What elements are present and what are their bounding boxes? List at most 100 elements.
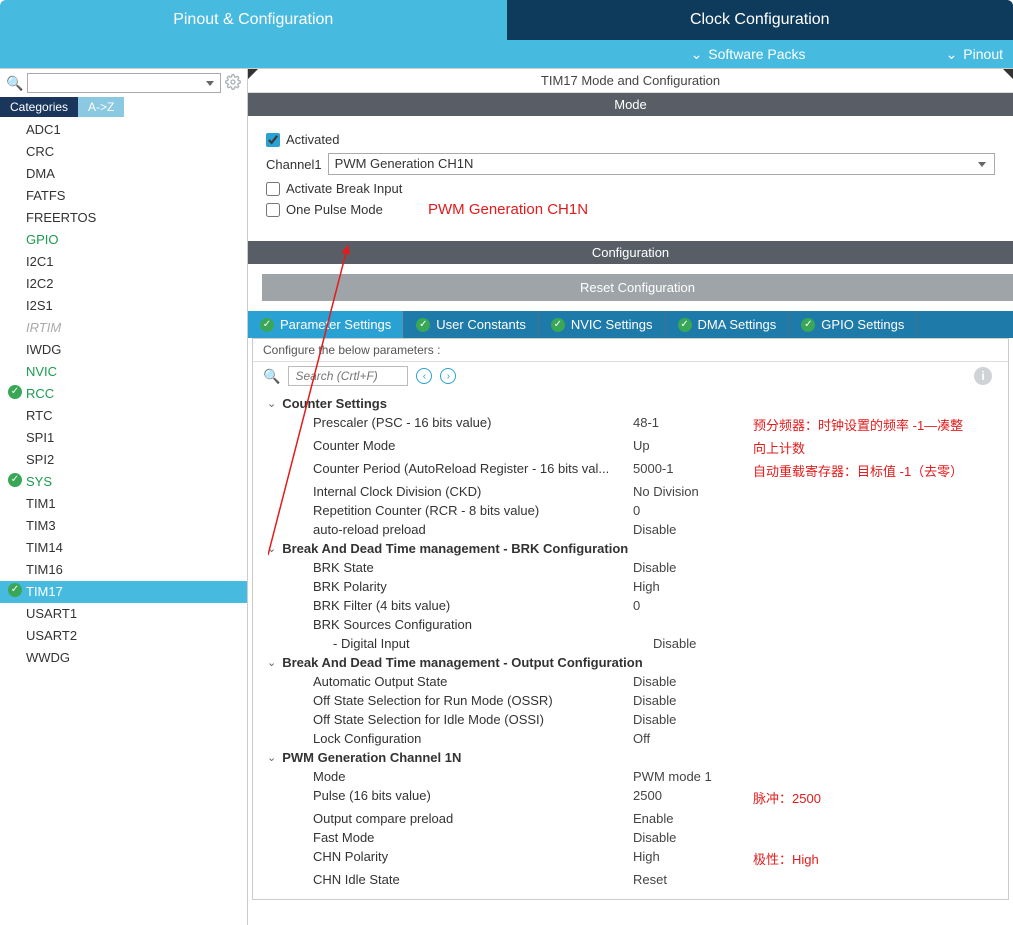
param-row[interactable]: ModePWM mode 1	[253, 767, 1008, 786]
param-row[interactable]: Internal Clock Division (CKD)No Division	[253, 482, 1008, 501]
panel-collapse-right-icon[interactable]	[1003, 69, 1013, 79]
sidebar-item-freertos[interactable]: FREERTOS	[0, 207, 247, 229]
sidebar-item-label: FATFS	[26, 188, 65, 203]
param-value: 0	[633, 503, 753, 518]
sidebar-item-rcc[interactable]: ✓RCC	[0, 383, 247, 405]
tab-dma-settings[interactable]: ✓DMA Settings	[666, 311, 790, 338]
sidebar-item-crc[interactable]: CRC	[0, 141, 247, 163]
reset-configuration-button[interactable]: Reset Configuration	[262, 274, 1013, 301]
break-input-checkbox[interactable]	[266, 182, 280, 196]
sidebar-item-i2s1[interactable]: I2S1	[0, 295, 247, 317]
param-group-title: Break And Dead Time management - Output …	[282, 655, 642, 670]
param-row[interactable]: - Digital InputDisable	[253, 634, 1008, 653]
param-row[interactable]: Counter Period (AutoReload Register - 16…	[253, 459, 1008, 482]
sidebar-item-spi1[interactable]: SPI1	[0, 427, 247, 449]
param-row[interactable]: Off State Selection for Run Mode (OSSR)D…	[253, 691, 1008, 710]
pinout-menu[interactable]: ⌄ Pinout	[946, 46, 1003, 63]
sidebar-item-label: RCC	[26, 386, 54, 401]
param-group[interactable]: ⌄PWM Generation Channel 1N	[253, 748, 1008, 767]
sidebar-item-nvic[interactable]: NVIC	[0, 361, 247, 383]
activated-checkbox[interactable]	[266, 133, 280, 147]
sidebar-item-fatfs[interactable]: FATFS	[0, 185, 247, 207]
param-value: 0	[633, 598, 753, 613]
sidebar-item-wwdg[interactable]: WWDG	[0, 647, 247, 669]
param-group[interactable]: ⌄ Break And Dead Time management - Output…	[253, 653, 1008, 672]
sidebar-item-irtim[interactable]: IRTIM	[0, 317, 247, 339]
param-row[interactable]: Automatic Output StateDisable	[253, 672, 1008, 691]
top-tab-bar: Pinout & Configuration Clock Configurati…	[0, 0, 1013, 40]
tab-pinout-config[interactable]: Pinout & Configuration	[0, 0, 507, 40]
tab-user-constants[interactable]: ✓User Constants	[404, 311, 539, 338]
param-row[interactable]: Off State Selection for Idle Mode (OSSI)…	[253, 710, 1008, 729]
tab-nvic-settings[interactable]: ✓NVIC Settings	[539, 311, 666, 338]
sidebar-item-adc1[interactable]: ADC1	[0, 119, 247, 141]
sidebar-item-iwdg[interactable]: IWDG	[0, 339, 247, 361]
sidebar-item-tim14[interactable]: TIM14	[0, 537, 247, 559]
param-row[interactable]: Prescaler (PSC - 16 bits value)48-1预分频器：…	[253, 413, 1008, 436]
param-row[interactable]: Fast ModeDisable	[253, 828, 1008, 847]
sidebar-item-label: USART1	[26, 606, 77, 621]
config-section-header: Configuration	[248, 241, 1013, 264]
sidebar-item-tim1[interactable]: TIM1	[0, 493, 247, 515]
params-header-text: Configure the below parameters :	[253, 339, 1008, 362]
param-value: 48-1	[633, 415, 753, 434]
param-name: BRK Sources Configuration	[313, 617, 633, 632]
param-row[interactable]: Lock ConfigurationOff	[253, 729, 1008, 748]
sidebar-item-usart1[interactable]: USART1	[0, 603, 247, 625]
sidebar-item-tim16[interactable]: TIM16	[0, 559, 247, 581]
info-icon[interactable]: i	[974, 367, 992, 385]
gear-icon[interactable]	[225, 74, 241, 93]
param-row[interactable]: BRK PolarityHigh	[253, 577, 1008, 596]
tab-label: Parameter Settings	[280, 317, 391, 332]
param-search-input[interactable]	[288, 366, 408, 386]
peripheral-list: ADC1CRCDMAFATFSFREERTOSGPIOI2C1I2C2I2S1I…	[0, 117, 247, 925]
param-value: 5000-1	[633, 461, 753, 480]
tab-gpio-settings[interactable]: ✓GPIO Settings	[789, 311, 917, 338]
tab-clock-config[interactable]: Clock Configuration	[507, 0, 1013, 40]
channel1-dropdown[interactable]: PWM Generation CH1N	[328, 153, 995, 175]
one-pulse-checkbox[interactable]	[266, 203, 280, 217]
chevron-down-icon: ⌄	[267, 542, 276, 555]
tab-label: GPIO Settings	[821, 317, 904, 332]
param-name: Fast Mode	[313, 830, 633, 845]
tab-parameter-settings[interactable]: ✓Parameter Settings	[248, 311, 404, 338]
sidebar-item-rtc[interactable]: RTC	[0, 405, 247, 427]
panel-collapse-left-icon[interactable]	[248, 69, 258, 79]
sidebar-item-gpio[interactable]: GPIO	[0, 229, 247, 251]
param-row[interactable]: CHN Idle StateReset	[253, 870, 1008, 889]
param-row[interactable]: Output compare preloadEnable	[253, 809, 1008, 828]
param-row[interactable]: auto-reload preloadDisable	[253, 520, 1008, 539]
sidebar-item-dma[interactable]: DMA	[0, 163, 247, 185]
param-row[interactable]: Pulse (16 bits value)2500脉冲：2500	[253, 786, 1008, 809]
sidebar-item-usart2[interactable]: USART2	[0, 625, 247, 647]
sidebar-item-label: ADC1	[26, 122, 61, 137]
software-packs-menu[interactable]: ⌄ Software Packs	[691, 46, 806, 63]
param-group[interactable]: ⌄Counter Settings	[253, 394, 1008, 413]
param-group[interactable]: ⌄Break And Dead Time management - BRK Co…	[253, 539, 1008, 558]
chevron-down-icon: ⌄	[267, 656, 276, 669]
sidebar-filter-combobox[interactable]	[27, 73, 221, 93]
sidebar-item-i2c1[interactable]: I2C1	[0, 251, 247, 273]
search-prev-button[interactable]: ‹	[416, 368, 432, 384]
sidebar-item-label: TIM17	[26, 584, 63, 599]
sidebar-item-tim17[interactable]: ✓TIM17	[0, 581, 247, 603]
param-name: Pulse (16 bits value)	[313, 788, 633, 807]
chevron-down-icon: ⌄	[691, 46, 703, 63]
sidebar-item-spi2[interactable]: SPI2	[0, 449, 247, 471]
tab-label: NVIC Settings	[571, 317, 653, 332]
sidebar-tab-categories[interactable]: Categories	[0, 97, 78, 117]
param-row[interactable]: CHN PolarityHigh极性：High	[253, 847, 1008, 870]
search-next-button[interactable]: ›	[440, 368, 456, 384]
param-row[interactable]: Counter ModeUp向上计数	[253, 436, 1008, 459]
param-row[interactable]: Repetition Counter (RCR - 8 bits value)0	[253, 501, 1008, 520]
sidebar-item-sys[interactable]: ✓SYS	[0, 471, 247, 493]
param-row[interactable]: BRK Sources Configuration	[253, 615, 1008, 634]
activated-label: Activated	[286, 132, 339, 147]
sidebar-item-i2c2[interactable]: I2C2	[0, 273, 247, 295]
sidebar-item-tim3[interactable]: TIM3	[0, 515, 247, 537]
sidebar-tab-az[interactable]: A->Z	[78, 97, 124, 117]
sidebar-item-label: SYS	[26, 474, 52, 489]
param-row[interactable]: BRK StateDisable	[253, 558, 1008, 577]
sidebar-item-label: WWDG	[26, 650, 70, 665]
param-row[interactable]: BRK Filter (4 bits value)0	[253, 596, 1008, 615]
